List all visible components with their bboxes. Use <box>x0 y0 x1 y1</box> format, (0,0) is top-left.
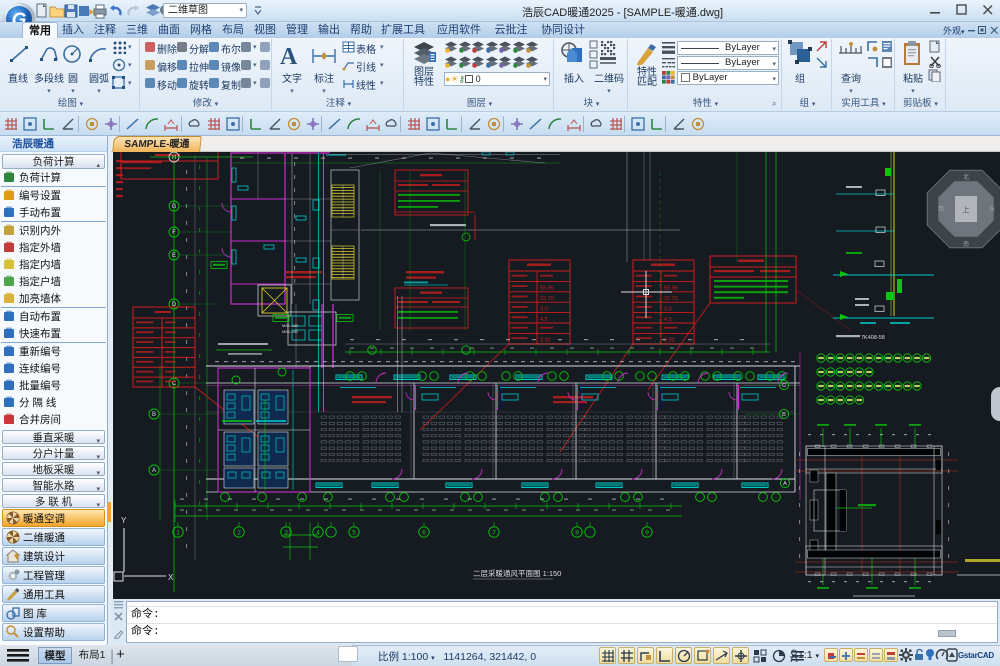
svg-text:C: C <box>782 383 786 389</box>
svg-text:2: 2 <box>237 529 241 536</box>
svg-text:59.96: 59.96 <box>540 286 554 292</box>
svg-text:南: 南 <box>963 240 969 248</box>
svg-text:东: 东 <box>989 205 995 213</box>
svg-text:二层采暖通风平面图 1:150: 二层采暖通风平面图 1:150 <box>473 568 561 578</box>
svg-text:上: 上 <box>963 205 970 214</box>
svg-text:1: 1 <box>176 529 180 536</box>
svg-text:22.70: 22.70 <box>540 296 554 302</box>
svg-text:G: G <box>172 204 177 210</box>
svg-text:6: 6 <box>422 529 426 536</box>
svg-text:3.0: 3.0 <box>664 306 672 312</box>
svg-text:西: 西 <box>938 206 944 213</box>
svg-text:3.92: 3.92 <box>664 338 675 344</box>
svg-text:F: F <box>172 230 176 236</box>
svg-text:3.92: 3.92 <box>540 338 551 344</box>
svg-text:B: B <box>152 412 156 418</box>
svg-text:5: 5 <box>352 529 356 536</box>
svg-text:M05-180: M05-180 <box>282 323 299 328</box>
svg-text:H: H <box>172 155 176 161</box>
svg-text:A: A <box>783 481 787 487</box>
svg-text:北: 北 <box>963 173 969 181</box>
svg-text:A: A <box>152 468 156 474</box>
svg-text:7K408-58: 7K408-58 <box>861 335 885 341</box>
svg-text:3.0: 3.0 <box>540 306 548 312</box>
svg-text:4.5: 4.5 <box>540 317 548 323</box>
svg-text:M05-180: M05-180 <box>282 329 299 334</box>
svg-text:59.96: 59.96 <box>664 286 678 292</box>
svg-text:8: 8 <box>575 529 579 536</box>
svg-text:22.70: 22.70 <box>664 296 678 302</box>
svg-text:B: B <box>782 412 786 418</box>
svg-text:4.5: 4.5 <box>664 317 672 323</box>
svg-text:7: 7 <box>492 529 496 536</box>
svg-text:9: 9 <box>645 529 649 536</box>
svg-text:Y: Y <box>121 516 127 525</box>
svg-text:E: E <box>172 253 176 259</box>
svg-text:X: X <box>168 573 174 582</box>
